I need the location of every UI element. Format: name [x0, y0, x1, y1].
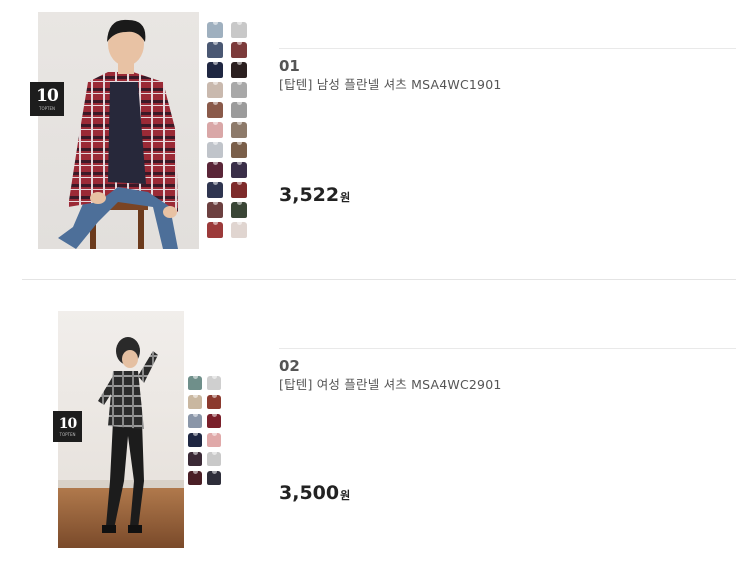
- color-swatch: [188, 471, 202, 485]
- color-swatch: [231, 102, 247, 118]
- color-swatch: [207, 395, 221, 409]
- color-swatch: [231, 22, 247, 38]
- price-amount: 3,522: [279, 184, 340, 206]
- color-swatch: [207, 452, 221, 466]
- price-currency: 원: [340, 489, 351, 502]
- price-currency: 원: [340, 191, 351, 204]
- color-swatch: [231, 222, 247, 238]
- brand-badge-text: TOPTEN: [59, 431, 76, 437]
- color-swatch: [231, 142, 247, 158]
- color-swatch: [188, 433, 202, 447]
- color-swatch: [231, 62, 247, 78]
- color-swatch: [231, 182, 247, 198]
- product-title[interactable]: [탑텐] 남성 플란넬 셔츠 MSA4WC1901: [279, 77, 736, 93]
- color-swatch: [207, 414, 221, 428]
- color-swatch: [207, 162, 223, 178]
- brand-badge-number: 10: [36, 85, 59, 106]
- product-image[interactable]: [38, 12, 199, 249]
- color-swatch: [207, 222, 223, 238]
- color-swatch: [188, 395, 202, 409]
- color-swatch-grid: [207, 22, 247, 238]
- color-swatch: [231, 122, 247, 138]
- color-swatch: [231, 162, 247, 178]
- product-row[interactable]: 10 TOPTEN 01 [탑텐] 남성 플란넬 셔츠 MSA4WC1901 3…: [0, 0, 736, 280]
- color-swatch: [207, 102, 223, 118]
- product-title[interactable]: [탑텐] 여성 플란넬 셔츠 MSA4WC2901: [279, 377, 736, 393]
- product-row[interactable]: 10 TOPTEN 02 [탑텐] 여성 플란넬 셔츠 MSA4WC2901 3…: [0, 281, 736, 568]
- color-swatch: [231, 202, 247, 218]
- color-swatch: [207, 42, 223, 58]
- color-swatch: [207, 142, 223, 158]
- color-swatch: [188, 376, 202, 390]
- color-swatch: [207, 471, 221, 485]
- color-swatch: [207, 376, 221, 390]
- price-amount: 3,500: [279, 482, 340, 504]
- product-info: 02 [탑텐] 여성 플란넬 셔츠 MSA4WC2901 3,500원: [279, 348, 736, 504]
- brand-badge-number: 10: [58, 415, 78, 432]
- row-divider: [22, 279, 736, 280]
- brand-badge: 10 TOPTEN: [30, 82, 64, 116]
- model-figure: [58, 19, 178, 249]
- product-price: 3,522원: [279, 184, 350, 206]
- brand-badge: 10 TOPTEN: [53, 411, 82, 442]
- brand-badge-text: TOPTEN: [39, 105, 55, 111]
- color-swatch: [231, 82, 247, 98]
- color-swatch: [207, 62, 223, 78]
- color-swatch: [207, 433, 221, 447]
- color-swatch: [207, 202, 223, 218]
- color-swatch: [207, 122, 223, 138]
- product-info: 01 [탑텐] 남성 플란넬 셔츠 MSA4WC1901 3,522원: [279, 48, 736, 206]
- color-swatch: [207, 82, 223, 98]
- product-price: 3,500원: [279, 482, 350, 504]
- product-rank: 01: [279, 57, 300, 75]
- color-swatch: [188, 414, 202, 428]
- color-swatch: [188, 452, 202, 466]
- color-swatch-grid: [188, 376, 221, 485]
- color-swatch: [207, 182, 223, 198]
- color-swatch: [231, 42, 247, 58]
- color-swatch: [207, 22, 223, 38]
- product-rank: 02: [279, 357, 300, 375]
